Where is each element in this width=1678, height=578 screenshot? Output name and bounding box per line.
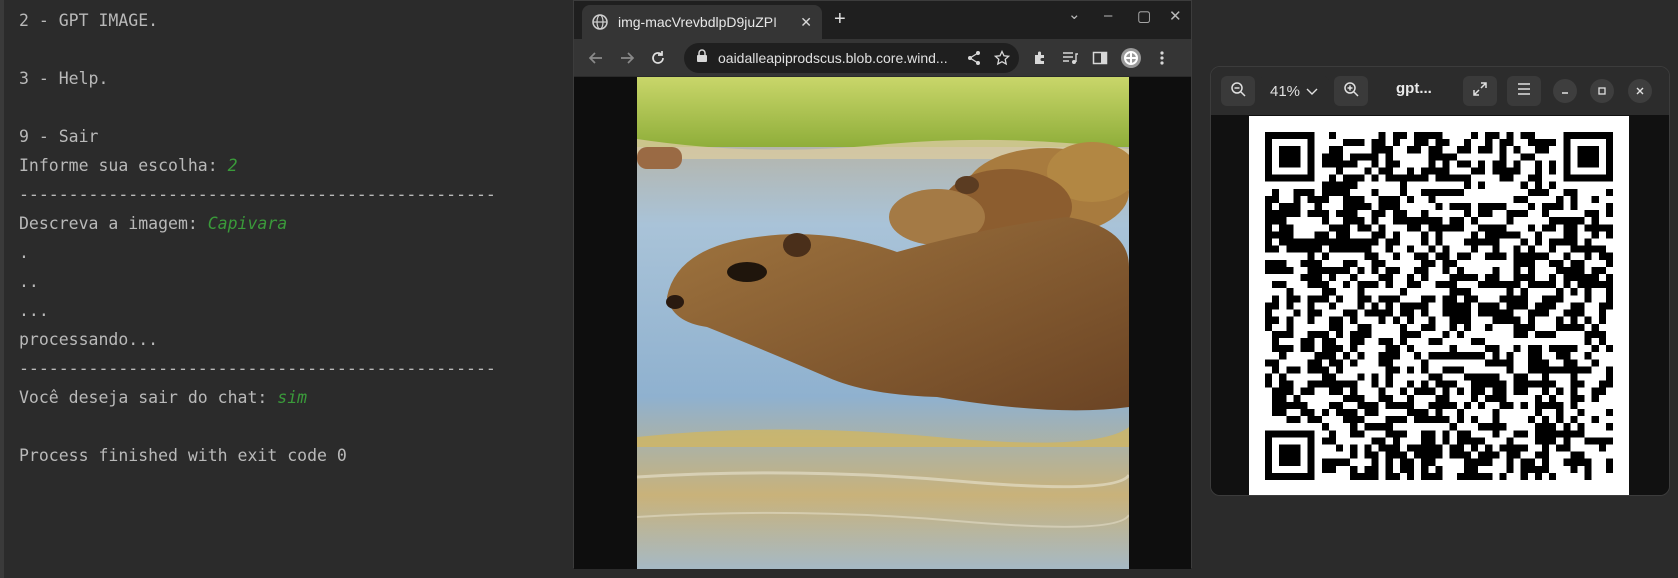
console-text: .. (19, 272, 39, 291)
hamburger-icon (1517, 82, 1531, 100)
globe-icon (592, 14, 608, 30)
expand-icon (1472, 81, 1488, 102)
avatar-icon[interactable] (1119, 46, 1143, 70)
fullscreen-button[interactable] (1463, 76, 1497, 106)
back-icon[interactable] (586, 48, 606, 68)
document-viewer-window: 41% gpt... (1210, 66, 1670, 496)
console-text: Você deseja sair do chat: (19, 388, 278, 407)
lock-icon[interactable] (696, 48, 708, 68)
document-canvas[interactable] (1211, 115, 1669, 495)
console-line: ----------------------------------------… (19, 184, 575, 213)
page-viewport (574, 77, 1191, 569)
console-user-input: Capivara (207, 214, 288, 233)
console-text: ----------------------------------------… (19, 359, 496, 378)
console-text: Process finished with exit code 0 (19, 446, 347, 465)
console-user-input: sim (277, 388, 308, 407)
console-text: ----------------------------------------… (19, 185, 496, 204)
media-icon[interactable] (1060, 48, 1080, 68)
console-line: processando... (19, 329, 575, 358)
minimize-icon[interactable] (1553, 79, 1577, 103)
console-text: ... (19, 301, 49, 320)
console-line: . (19, 242, 575, 271)
tab-search-chevron-icon[interactable]: ⌄ (1068, 5, 1081, 23)
browser-window: img-macVrevbdlpD9juZPI ✕ + ⌄ – ▢ ✕ oaida… (573, 0, 1192, 569)
browser-toolbar: oaidalleapiprodscus.blob.core.wind... (574, 39, 1191, 77)
console-line: 9 - Sair (19, 126, 575, 155)
capybara-image (637, 77, 1129, 569)
console-text: 3 - Help. (19, 69, 109, 88)
console-text: 2 - GPT IMAGE. (19, 11, 159, 30)
share-icon[interactable] (964, 48, 984, 68)
console-text: . (19, 243, 29, 262)
console-line: ... (19, 300, 575, 329)
maximize-icon[interactable] (1590, 79, 1614, 103)
tab-strip: img-macVrevbdlpD9juZPI ✕ + ⌄ – ▢ ✕ (574, 1, 1191, 39)
document-title: gpt... (1396, 80, 1432, 97)
forward-icon[interactable] (617, 48, 637, 68)
tab-image[interactable]: img-macVrevbdlpD9juZPI ✕ (582, 5, 822, 39)
url-text: oaidalleapiprodscus.blob.core.wind... (718, 50, 948, 66)
chevron-down-icon (1306, 83, 1318, 100)
tab-title: img-macVrevbdlpD9juZPI (618, 14, 777, 30)
zoom-in-icon (1343, 81, 1359, 102)
console-line: Você deseja sair do chat: sim (19, 387, 575, 416)
console-text: 9 - Sair (19, 127, 99, 146)
console-line: Process finished with exit code 0 (19, 445, 575, 474)
console-line: ----------------------------------------… (19, 358, 575, 387)
viewer-header: 41% gpt... (1211, 67, 1669, 115)
console-text: Informe sua escolha: (19, 156, 228, 175)
close-icon[interactable] (1628, 79, 1652, 103)
console-user-input: 2 (227, 156, 238, 175)
qr-code (1265, 132, 1613, 480)
console-line: 2 - GPT IMAGE. (19, 10, 575, 39)
tab-close-icon[interactable]: ✕ (800, 14, 812, 31)
document-page (1249, 116, 1629, 495)
console-text: processando... (19, 330, 159, 349)
reload-icon[interactable] (648, 48, 668, 68)
console-line: .. (19, 271, 575, 300)
maximize-button[interactable]: ▢ (1137, 7, 1151, 25)
console-line: Informe sua escolha: 2 (19, 155, 575, 184)
run-console[interactable]: 2 - GPT IMAGE. 3 - Help. 9 - Sair Informe s… (0, 0, 575, 578)
new-tab-button[interactable]: + (834, 8, 846, 31)
zoom-out-icon (1230, 81, 1246, 102)
minimize-button[interactable]: – (1104, 7, 1112, 24)
zoom-in-button[interactable] (1334, 76, 1368, 106)
sidepanel-icon[interactable] (1090, 48, 1110, 68)
more-icon[interactable] (1152, 48, 1172, 68)
close-window-button[interactable]: ✕ (1169, 7, 1182, 25)
console-text: Descreva a imagem: (19, 214, 208, 233)
console-line: Descreva a imagem: Capivara (19, 213, 575, 242)
menu-button[interactable] (1507, 76, 1541, 106)
zoom-level-dropdown[interactable]: 41% (1259, 76, 1329, 106)
zoom-out-button[interactable] (1221, 76, 1255, 106)
zoom-level: 41% (1269, 82, 1301, 100)
star-icon[interactable] (992, 48, 1012, 68)
console-line: 3 - Help. (19, 68, 575, 97)
extensions-icon[interactable] (1030, 48, 1050, 68)
